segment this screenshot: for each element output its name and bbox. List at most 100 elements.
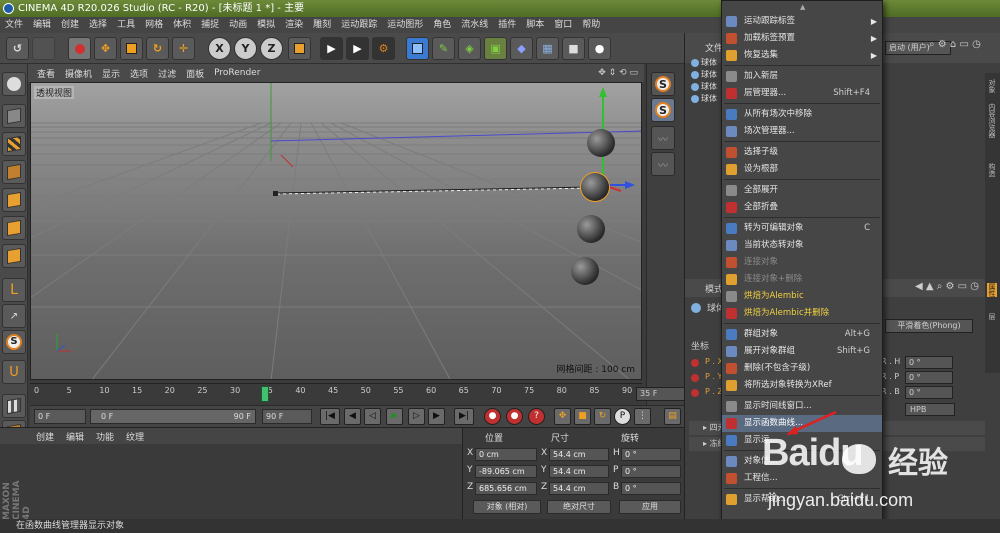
- edges-mode-button[interactable]: [2, 216, 26, 240]
- context-menu-item[interactable]: 加载标签预置 ▶: [722, 30, 882, 47]
- object-list-item[interactable]: 球体: [691, 93, 717, 104]
- redo-button[interactable]: [32, 37, 55, 60]
- render-view-button[interactable]: ▶: [320, 37, 343, 60]
- menu-11[interactable]: 雕刻: [308, 17, 336, 33]
- z-axis-lock-button[interactable]: Z: [260, 37, 283, 60]
- sphere-object[interactable]: [571, 257, 599, 285]
- rotation-field[interactable]: 0 °: [621, 465, 681, 478]
- attribute-rotation-field[interactable]: 0 °: [905, 386, 953, 399]
- key-parameter-button[interactable]: P: [614, 408, 631, 425]
- material-menu-create[interactable]: 创建: [30, 430, 60, 443]
- apply-button[interactable]: 应用: [619, 500, 681, 514]
- y-axis-lock-button[interactable]: Y: [234, 37, 257, 60]
- play-forward-button[interactable]: ▶: [386, 408, 403, 425]
- menu-15[interactable]: 流水线: [456, 17, 493, 33]
- material-menu-function[interactable]: 功能: [90, 430, 120, 443]
- menu-10[interactable]: 渲染: [280, 17, 308, 33]
- transform-tool-button[interactable]: ✛: [172, 37, 195, 60]
- go-to-start-button[interactable]: |◀: [320, 408, 340, 425]
- context-menu-item[interactable]: 恢复选集 ▶: [722, 47, 882, 64]
- key-pla-button[interactable]: ⋮: [634, 408, 651, 425]
- material-menu-edit[interactable]: 编辑: [60, 430, 90, 443]
- timeline-playhead[interactable]: [260, 386, 269, 402]
- menu-13[interactable]: 运动图形: [382, 17, 428, 33]
- rotate-tool-button[interactable]: ↻: [146, 37, 169, 60]
- prev-key-button[interactable]: ◀: [344, 408, 361, 425]
- model-mode-button[interactable]: [2, 104, 26, 128]
- menu-14[interactable]: 角色: [428, 17, 456, 33]
- attribute-rotation-field[interactable]: 0 °: [905, 356, 953, 369]
- context-menu-item[interactable]: 从所有场次中移除: [722, 106, 882, 123]
- coordinate-system-button[interactable]: [288, 37, 311, 60]
- end-frame-field[interactable]: 90 F: [262, 409, 312, 424]
- keyframe-toggle-icon[interactable]: [691, 374, 699, 382]
- viewport-menu-panel[interactable]: 面板: [181, 67, 209, 80]
- side-tab-structure[interactable]: 构造: [987, 163, 997, 177]
- next-key-button[interactable]: ▶: [428, 408, 445, 425]
- menu-12[interactable]: 运动跟踪: [336, 17, 382, 33]
- menu-6[interactable]: 体积: [168, 17, 196, 33]
- context-menu-item[interactable]: 场次管理器...: [722, 123, 882, 140]
- context-menu-item[interactable]: 当前状态转对象: [722, 237, 882, 254]
- menu-1[interactable]: 编辑: [28, 17, 56, 33]
- scale-tool-button[interactable]: [120, 37, 143, 60]
- live-selection-button[interactable]: [68, 37, 91, 60]
- size-field[interactable]: 54.4 cm: [549, 482, 609, 495]
- position-field[interactable]: 0 cm: [475, 448, 537, 461]
- menu-17[interactable]: 脚本: [521, 17, 549, 33]
- context-menu-item[interactable]: 展开对象群组 Shift+G: [722, 343, 882, 360]
- context-menu-item[interactable]: 群组对象 Alt+G: [722, 326, 882, 343]
- menu-8[interactable]: 动画: [224, 17, 252, 33]
- keyframe-selection-button[interactable]: ?: [528, 408, 545, 425]
- x-axis-lock-button[interactable]: X: [208, 37, 231, 60]
- snap-button[interactable]: S: [2, 330, 26, 354]
- move-tool-button[interactable]: ✥: [94, 37, 117, 60]
- context-menu-item[interactable]: 全部折叠: [722, 199, 882, 216]
- lock-workplane-button[interactable]: [2, 394, 26, 418]
- next-frame-button[interactable]: ▷: [408, 408, 425, 425]
- material-menu-texture[interactable]: 纹理: [120, 430, 150, 443]
- attribute-rotation-field[interactable]: 0 °: [905, 371, 953, 384]
- points-mode-button[interactable]: [2, 188, 26, 212]
- context-menu-item[interactable]: 选择子级: [722, 144, 882, 161]
- workplane-mode-button[interactable]: [2, 160, 26, 184]
- viewport-menu-options[interactable]: 选项: [125, 67, 153, 80]
- size-mode-select[interactable]: 绝对尺寸: [547, 500, 611, 514]
- size-field[interactable]: 54.4 cm: [549, 465, 609, 478]
- context-menu-item[interactable]: 全部展开: [722, 182, 882, 199]
- viewport-menu-view[interactable]: 查看: [32, 67, 60, 80]
- key-scale-button[interactable]: ■: [574, 408, 591, 425]
- floor-button[interactable]: ▦: [536, 37, 559, 60]
- side-tab-attributes[interactable]: 属性: [987, 283, 997, 297]
- magnet-icon[interactable]: U: [2, 360, 26, 384]
- object-list-item[interactable]: 球体: [691, 57, 717, 68]
- cube-object-button[interactable]: [406, 37, 429, 60]
- context-menu-item[interactable]: 连接对象+删除: [722, 271, 882, 288]
- timeline-ruler[interactable]: 051015202530354045505560657075808590 35 …: [30, 383, 686, 405]
- menu-18[interactable]: 窗口: [549, 17, 577, 33]
- context-menu-item[interactable]: 将所选对象转换为XRef: [722, 377, 882, 394]
- menu-16[interactable]: 插件: [493, 17, 521, 33]
- snap-settings-button[interactable]: S: [651, 98, 675, 122]
- perspective-viewport[interactable]: 透视视图 网格间距 : 100 cm: [30, 82, 642, 380]
- menu-9[interactable]: 模拟: [252, 17, 280, 33]
- context-menu-item[interactable]: 烘焙为Alembic并删除: [722, 305, 882, 322]
- axis-mode-button[interactable]: L: [2, 278, 26, 302]
- menu-5[interactable]: 网格: [140, 17, 168, 33]
- start-frame-field[interactable]: 0 F: [34, 409, 86, 424]
- timeline-window-button[interactable]: ▤: [664, 408, 681, 425]
- key-rotation-button[interactable]: ↻: [594, 408, 611, 425]
- sphere-object[interactable]: [577, 215, 605, 243]
- rotation-field[interactable]: 0 °: [621, 482, 681, 495]
- tweak-mode-button[interactable]: ↗: [2, 304, 26, 328]
- context-menu-item[interactable]: 转为可编辑对象 C: [722, 220, 882, 237]
- viewport-menu-display[interactable]: 显示: [97, 67, 125, 80]
- deformer-button[interactable]: ◆: [510, 37, 533, 60]
- guide-button[interactable]: 〰: [651, 152, 675, 176]
- position-field[interactable]: 685.656 cm: [475, 482, 537, 495]
- attribute-nav-icons[interactable]: ◀ ▲ ⌕ ⚙ ▭ ◷: [915, 281, 979, 292]
- keyframe-toggle-icon[interactable]: [691, 389, 699, 397]
- menu-3[interactable]: 选择: [84, 17, 112, 33]
- light-button[interactable]: ●: [588, 37, 611, 60]
- context-menu-item[interactable]: 加入新层: [722, 68, 882, 85]
